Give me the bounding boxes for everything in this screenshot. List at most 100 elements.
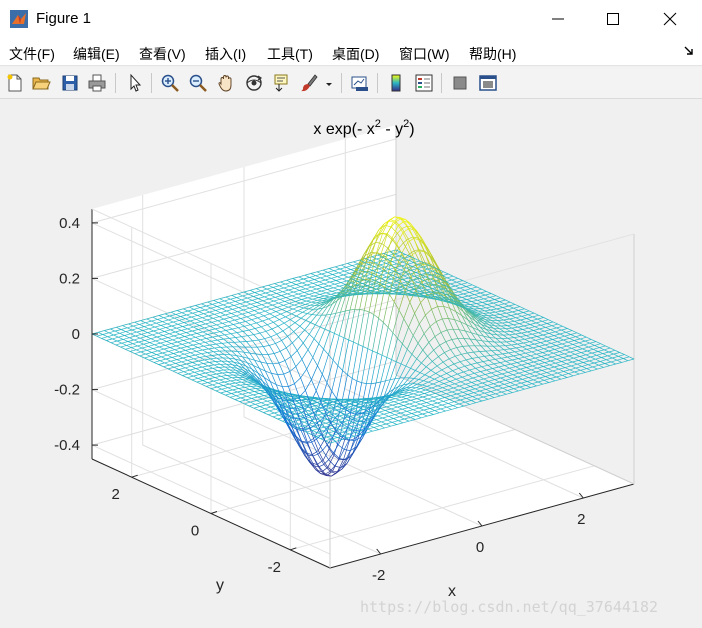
- mesh-line: [532, 314, 539, 318]
- mesh-line: [511, 359, 518, 363]
- mesh-line: [478, 394, 484, 398]
- mesh-line: [442, 273, 449, 276]
- legend-button[interactable]: [413, 72, 435, 94]
- mesh-line: [436, 361, 444, 367]
- mesh-line: [561, 343, 567, 347]
- mesh-line: [496, 354, 502, 359]
- mesh-line: [451, 373, 458, 377]
- mesh-line: [486, 369, 492, 374]
- zoom-in-button[interactable]: [159, 72, 181, 94]
- mesh-line: [522, 327, 529, 330]
- mesh-line: [495, 373, 503, 376]
- data-cursor-button[interactable]: [271, 72, 293, 94]
- mesh-line: [510, 331, 516, 335]
- mesh-line: [459, 359, 467, 363]
- maximize-button[interactable]: [585, 0, 641, 38]
- mesh-line: [465, 382, 472, 385]
- print-button[interactable]: [86, 72, 108, 94]
- mesh-line: [585, 352, 593, 356]
- mesh-line: [566, 345, 572, 349]
- minimize-button[interactable]: [530, 0, 586, 38]
- rotate-3d-button[interactable]: [243, 72, 265, 94]
- mesh-line: [435, 373, 441, 377]
- mesh-line: [518, 308, 525, 311]
- open-file-button[interactable]: [30, 72, 52, 94]
- pan-button[interactable]: [215, 72, 237, 94]
- mesh-line: [433, 349, 439, 357]
- mesh-line: [568, 353, 576, 357]
- close-button[interactable]: [642, 0, 698, 38]
- menu-window[interactable]: 窗口(W): [399, 44, 450, 64]
- colorbar-button[interactable]: [385, 72, 407, 94]
- new-figure-button[interactable]: [4, 72, 26, 94]
- mesh-line: [516, 329, 523, 331]
- mesh-line: [459, 385, 465, 389]
- mesh-line: [506, 311, 513, 314]
- mesh-line: [403, 302, 411, 319]
- mesh-line: [525, 383, 533, 386]
- mesh-line: [421, 355, 428, 364]
- brush-dropdown-button[interactable]: [324, 72, 334, 94]
- mesh-line: [595, 357, 602, 360]
- mesh-line: [419, 372, 426, 376]
- mesh-line: [466, 299, 472, 302]
- mesh-line: [521, 314, 529, 317]
- mesh-line: [444, 395, 451, 398]
- mesh-line: [578, 340, 586, 344]
- mesh-line: [585, 339, 592, 342]
- mesh-line: [478, 355, 485, 358]
- mesh-line: [470, 384, 477, 387]
- zoom-out-button[interactable]: [187, 72, 209, 94]
- mesh-plot[interactable]: -0.4-0.200.20.4-202-202 x exp(- x2 - y2)…: [0, 100, 702, 628]
- mesh-line: [472, 396, 478, 400]
- show-plot-tools-button[interactable]: [477, 72, 499, 94]
- mesh-line: [414, 302, 421, 314]
- brush-button[interactable]: [298, 72, 320, 94]
- mesh-line: [502, 386, 510, 389]
- mesh-line: [517, 342, 524, 345]
- mesh-line: [585, 370, 592, 373]
- mesh-line: [485, 372, 492, 375]
- dock-arrow-icon[interactable]: [684, 46, 694, 59]
- mesh-line: [425, 314, 431, 327]
- mesh-line: [422, 384, 428, 387]
- mesh-line: [542, 352, 548, 356]
- mesh-line: [439, 381, 445, 384]
- menu-insert[interactable]: 插入(I): [205, 44, 246, 64]
- mesh-line: [411, 343, 419, 355]
- mesh-line: [606, 359, 612, 363]
- mesh-line: [520, 348, 527, 352]
- mesh-line: [501, 391, 507, 395]
- mesh-line: [458, 368, 464, 373]
- mesh-line: [486, 345, 493, 351]
- menu-edit[interactable]: 编辑(E): [73, 44, 120, 64]
- pointer-button[interactable]: [124, 72, 146, 94]
- hide-plot-tools-button[interactable]: [449, 72, 471, 94]
- mesh-line: [507, 356, 513, 361]
- mesh-line: [463, 292, 470, 295]
- mesh-line: [495, 357, 502, 360]
- menu-file[interactable]: 文件(F): [9, 44, 55, 64]
- mesh-line: [426, 383, 434, 387]
- mesh-line: [525, 369, 532, 372]
- mesh-line: [522, 345, 529, 348]
- mesh-line: [587, 364, 593, 368]
- menu-help[interactable]: 帮助(H): [469, 44, 516, 64]
- mesh-line: [524, 371, 530, 375]
- mesh-line: [505, 345, 511, 350]
- mesh-line: [500, 377, 506, 381]
- menu-view[interactable]: 查看(V): [139, 44, 186, 64]
- mesh-line: [400, 218, 406, 220]
- mesh-line: [604, 363, 610, 367]
- figure-canvas[interactable]: -0.4 -0.2 0 0.2 0.4 -2 0 2 -2 0 2 x exp(- x2 - y2)…: [0, 100, 702, 628]
- mesh-line: [406, 335, 414, 350]
- menu-tools[interactable]: 工具(T): [267, 44, 313, 64]
- mesh-line: [489, 312, 495, 316]
- link-plot-button[interactable]: [349, 72, 371, 94]
- menu-desktop[interactable]: 桌面(D): [332, 44, 379, 64]
- mesh-line: [531, 349, 538, 353]
- mesh-line: [570, 332, 577, 335]
- save-button[interactable]: [59, 72, 81, 94]
- mesh-line: [531, 367, 538, 371]
- mesh-line: [510, 330, 517, 332]
